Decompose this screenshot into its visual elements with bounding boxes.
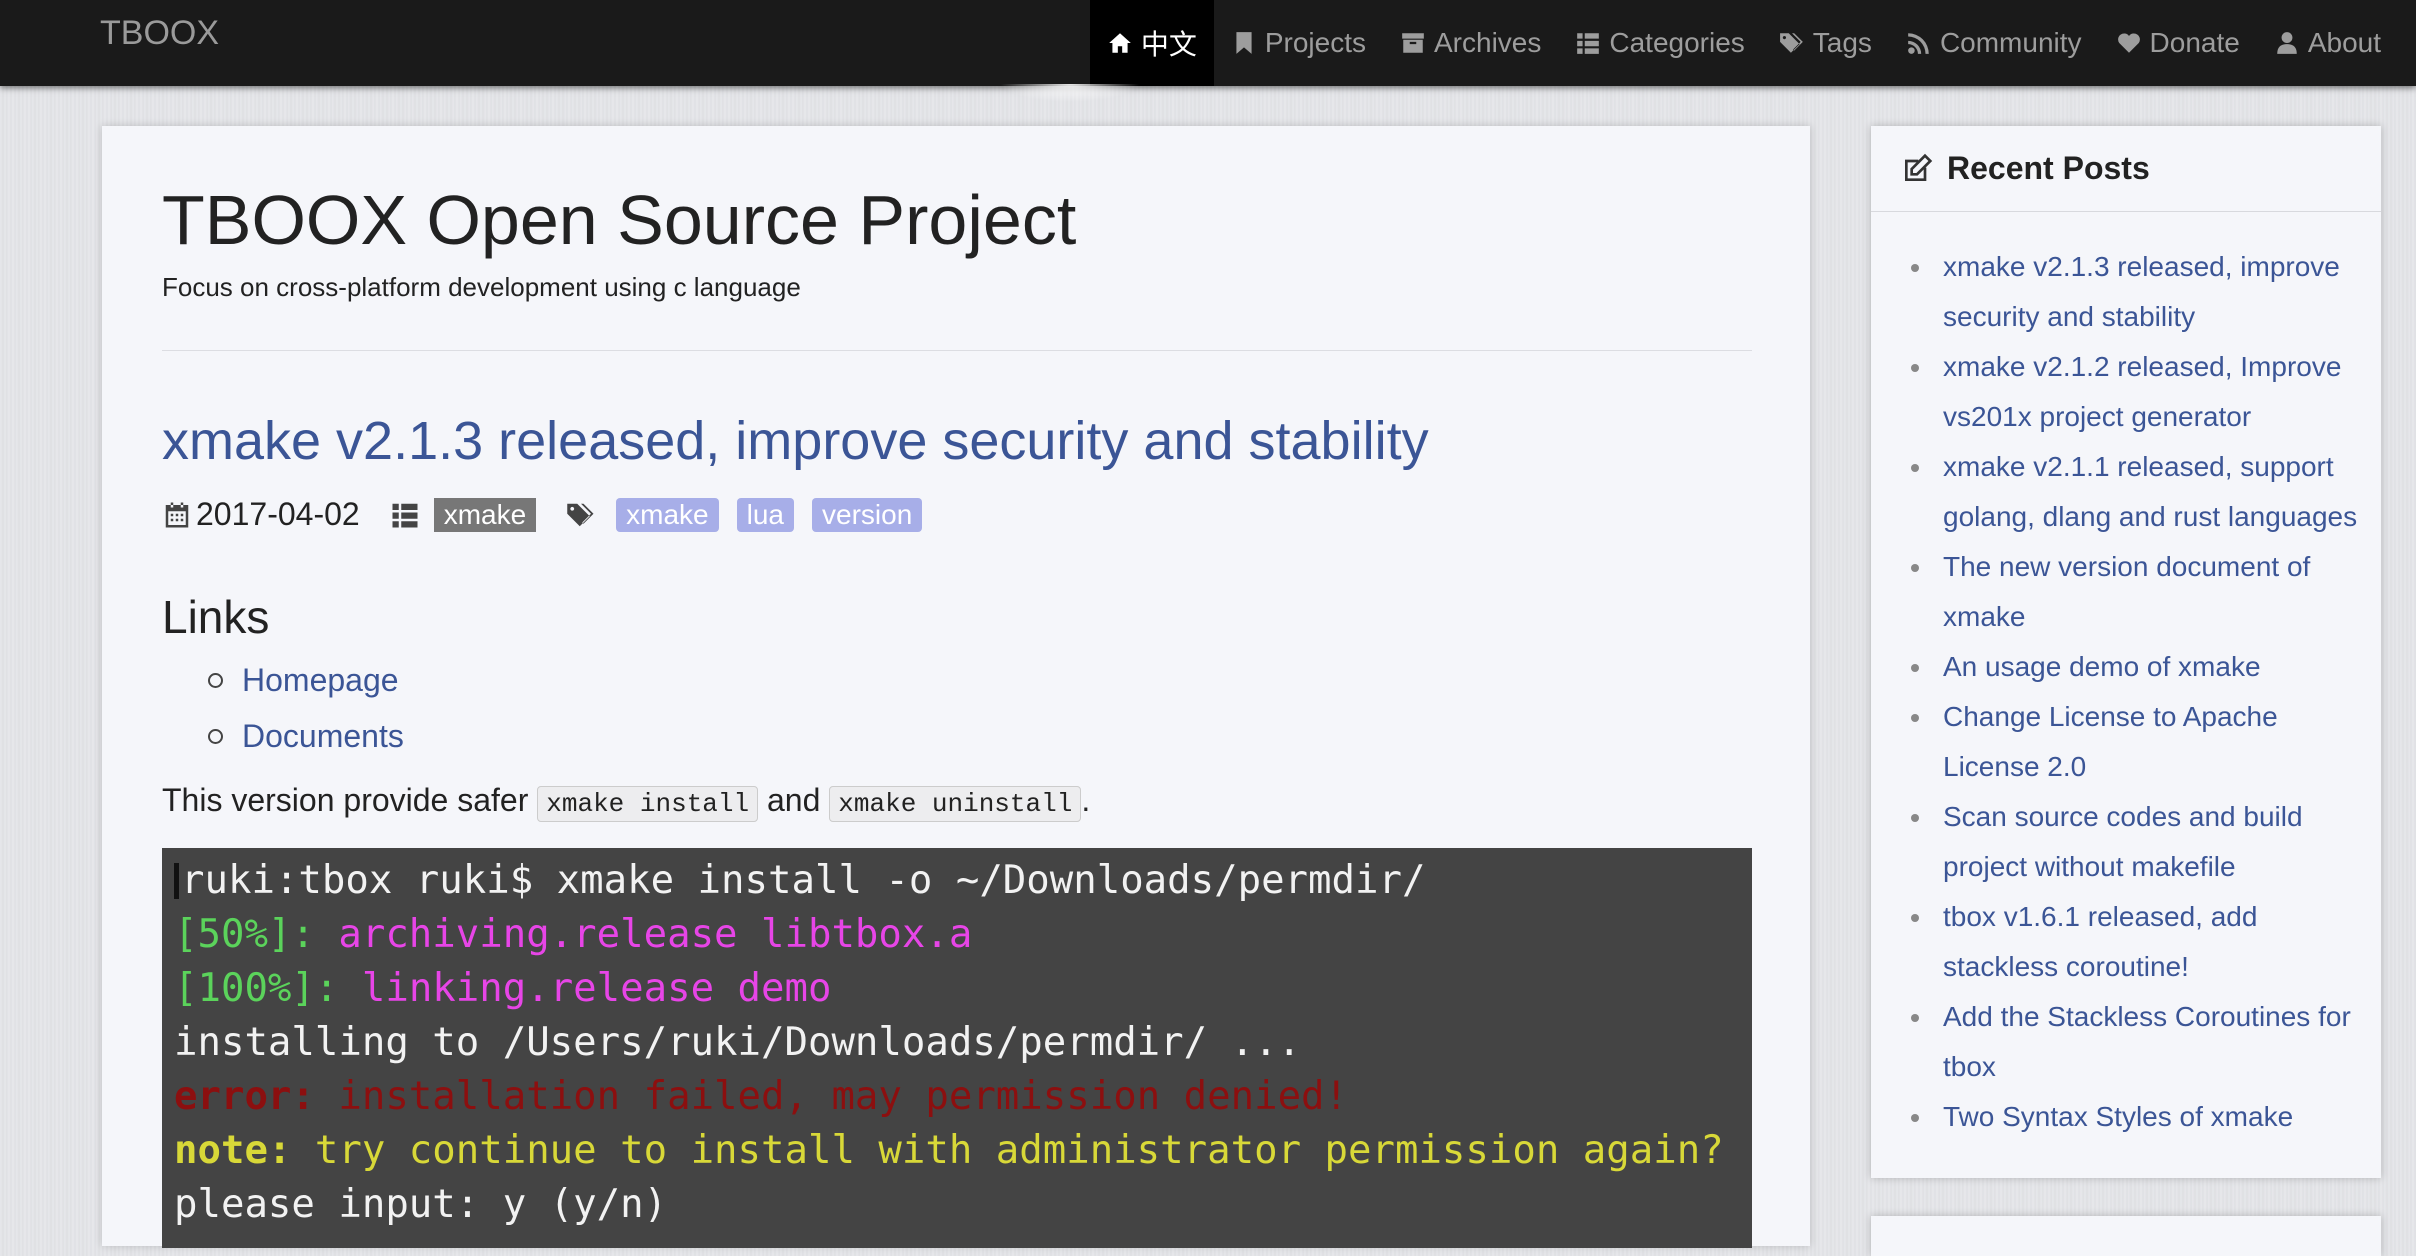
recent-post-link[interactable]: tbox v1.6.1 released, add stackless coro… xyxy=(1871,892,2381,992)
category-badge[interactable]: xmake xyxy=(433,497,537,532)
site-subtitle: Focus on cross-platform development usin… xyxy=(162,272,801,302)
post-date: 2017-04-02 xyxy=(196,496,360,532)
list-icon xyxy=(392,503,418,527)
recent-post-link[interactable]: An usage demo of xmake xyxy=(1871,642,2381,692)
terminal-line: installing to /Users/ruki/Downloads/perm… xyxy=(174,1016,1752,1070)
terminal-text: installing to /Users/ruki/Downloads/perm… xyxy=(174,1020,1302,1065)
terminal-text: archiving.release libtbox.a xyxy=(314,912,973,957)
nav-item-label: Archives xyxy=(1434,27,1542,58)
nav-item-chinese[interactable]: 中文 xyxy=(1089,0,1214,86)
terminal-text: installation failed, may permission deni… xyxy=(314,1074,1349,1119)
sidebar-next-widget xyxy=(1871,1216,2381,1256)
post-title-link[interactable]: xmake v2.1.3 released, improve security … xyxy=(162,410,1429,472)
terminal-error-label: error: xyxy=(174,1074,315,1119)
terminal-text: linking.release demo xyxy=(338,966,832,1011)
tag-badge-xmake[interactable]: xmake xyxy=(616,497,719,532)
para-text: . xyxy=(1081,782,1091,818)
recent-post-link[interactable]: Two Syntax Styles of xmake xyxy=(1871,1092,2381,1142)
sidebar-header: Recent Posts xyxy=(1871,126,2381,212)
nav-item-label: Projects xyxy=(1264,27,1366,58)
heart-icon xyxy=(2117,33,2140,53)
main-content-card: TBOOX Open Source Project Focus on cross… xyxy=(102,126,1810,1248)
nav-item-label: Tags xyxy=(1812,27,1872,58)
recent-post-link[interactable]: Change License to Apache License 2.0 xyxy=(1871,692,2381,792)
inline-code-install: xmake install xyxy=(537,786,759,822)
terminal-line: error: installation failed, may permissi… xyxy=(174,1070,1752,1124)
inline-code-uninstall: xmake uninstall xyxy=(829,786,1082,822)
tags-icon xyxy=(567,503,594,526)
terminal-line: [100%]: linking.release demo xyxy=(174,962,1752,1016)
brand-logo[interactable]: TBOOX xyxy=(100,14,219,53)
recent-posts-list: xmake v2.1.3 released, improve security … xyxy=(1871,242,2381,1142)
home-icon xyxy=(1108,33,1131,53)
active-nav-glow xyxy=(1000,84,1140,102)
terminal-screenshot: ruki:tbox ruki$ xmake install -o ~/Downl… xyxy=(162,848,1752,1248)
site-title: TBOOX Open Source Project xyxy=(162,181,1077,259)
para-text: This version provide safer xyxy=(162,782,538,818)
tag-badge-lua[interactable]: lua xyxy=(736,497,794,532)
bookmark-icon xyxy=(1236,32,1252,54)
post-paragraph: This version provide safer xmake install… xyxy=(162,782,1091,822)
terminal-line: ruki:tbox ruki$ xmake install -o ~/Downl… xyxy=(174,854,1752,908)
terminal-progress: [50%]: xyxy=(174,912,315,957)
recent-post-link[interactable]: xmake v2.1.1 released, support golang, d… xyxy=(1871,442,2381,542)
terminal-text: ruki:tbox ruki$ xmake install -o ~/Downl… xyxy=(181,858,1426,903)
link-documents[interactable]: Documents xyxy=(162,716,404,772)
sidebar-title: Recent Posts xyxy=(1947,150,2150,186)
recent-post-link[interactable]: xmake v2.1.2 released, Improve vs201x pr… xyxy=(1871,342,2381,442)
nav-item-label: 中文 xyxy=(1140,29,1197,60)
post-meta: 2017-04-02 xmake xmake lua version xyxy=(162,496,923,533)
terminal-note-label: note: xyxy=(174,1128,292,1173)
recent-post-link[interactable]: Scan source codes and build project with… xyxy=(1871,792,2381,892)
nav-item-categories[interactable]: Categories xyxy=(1558,0,1761,86)
tags-icon xyxy=(1779,33,1803,53)
edit-icon xyxy=(1905,153,1933,181)
tag-badge-version[interactable]: version xyxy=(812,497,923,532)
top-navbar: TBOOX 中文 Projects Archives Categories Ta… xyxy=(0,0,2416,86)
links-list: Homepage Documents xyxy=(162,660,404,772)
nav-item-label: Donate xyxy=(2149,27,2240,58)
header-divider xyxy=(162,350,1752,351)
nav-item-about[interactable]: About xyxy=(2257,0,2398,86)
link-homepage[interactable]: Homepage xyxy=(162,660,404,716)
user-icon xyxy=(2277,32,2297,54)
nav-item-label: Community xyxy=(1939,27,2082,58)
recent-post-link[interactable]: The new version document of xmake xyxy=(1871,542,2381,642)
nav-menu: 中文 Projects Archives Categories Tags Com… xyxy=(1089,0,2398,86)
nav-item-projects[interactable]: Projects xyxy=(1214,0,1383,86)
links-heading: Links xyxy=(162,591,270,643)
nav-item-archives[interactable]: Archives xyxy=(1383,0,1558,86)
nav-item-label: Categories xyxy=(1609,27,1745,58)
terminal-text: please input: y (y/n) xyxy=(174,1182,668,1227)
terminal-line: note: try continue to install with admin… xyxy=(174,1124,1752,1178)
archive-icon xyxy=(1402,33,1424,53)
feed-icon xyxy=(1908,33,1929,54)
nav-item-community[interactable]: Community xyxy=(1889,0,2099,86)
calendar-icon xyxy=(165,502,189,527)
recent-post-link[interactable]: xmake v2.1.3 released, improve security … xyxy=(1871,242,2381,342)
sidebar-recent-posts: Recent Posts xmake v2.1.3 released, impr… xyxy=(1871,126,2381,1178)
terminal-line: please input: y (y/n) xyxy=(174,1178,1752,1232)
terminal-cursor xyxy=(174,863,179,899)
para-text: and xyxy=(758,782,830,818)
nav-item-tags[interactable]: Tags xyxy=(1762,0,1889,86)
list-icon xyxy=(1577,33,1600,54)
terminal-text: try continue to install with administrat… xyxy=(291,1128,1724,1173)
terminal-progress: [100%]: xyxy=(174,966,339,1011)
recent-post-link[interactable]: Add the Stackless Coroutines for tbox xyxy=(1871,992,2381,1092)
nav-item-label: About xyxy=(2307,27,2381,58)
nav-item-donate[interactable]: Donate xyxy=(2099,0,2257,86)
terminal-line: [50%]: archiving.release libtbox.a xyxy=(174,908,1752,962)
